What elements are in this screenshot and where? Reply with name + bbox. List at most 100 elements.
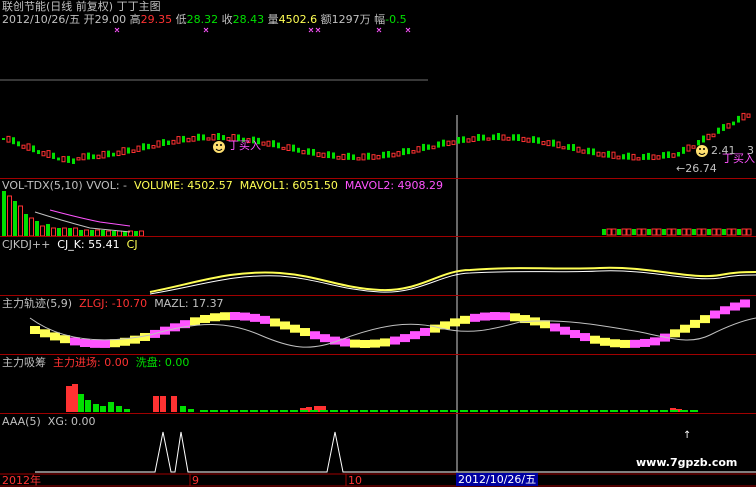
- zlgj-block: [230, 312, 240, 321]
- volume-bar-up: [7, 195, 12, 237]
- candle-down: [567, 144, 570, 150]
- candle-up: [746, 113, 751, 118]
- zlxc-bar-green: [410, 410, 418, 412]
- candle-up: [176, 136, 181, 144]
- volume-bar-up: [726, 228, 732, 236]
- zlgj-block: [90, 339, 100, 348]
- candle-down: [662, 152, 665, 159]
- candle-up: [116, 150, 121, 157]
- zlgj-block: [600, 337, 610, 346]
- zlxc-bar-green: [350, 410, 358, 412]
- zlxc-bar-green: [250, 410, 258, 412]
- zlxc-bar-green: [520, 410, 528, 412]
- zlgj-block: [240, 312, 250, 321]
- candle-up: [521, 136, 526, 143]
- zlxc-bar-red: [72, 384, 78, 412]
- candle-down: [552, 139, 555, 147]
- zlgj-block: [670, 329, 680, 338]
- candle-up: [376, 154, 381, 160]
- candle-down: [2, 138, 5, 140]
- zlxc-bar-green: [380, 410, 388, 412]
- candle-up: [266, 140, 271, 147]
- panel-divider: [0, 413, 756, 414]
- candle-up: [446, 140, 451, 147]
- candle-down: [442, 139, 445, 147]
- candle-up: [506, 136, 511, 141]
- candle-down: [67, 155, 70, 163]
- zlgj-block: [290, 324, 300, 333]
- zlxc-bar-green: [330, 410, 338, 412]
- panel-divider: [0, 295, 756, 296]
- zlgj-block: [650, 337, 660, 346]
- zlgj-block: [40, 329, 50, 338]
- volume-bar-up: [621, 228, 627, 236]
- zlgj-block: [280, 321, 290, 330]
- candle-down: [462, 136, 465, 143]
- volume-bar-down: [662, 229, 666, 235]
- candle-up: [171, 139, 176, 145]
- candle-down: [112, 152, 115, 157]
- zlgj-block: [470, 313, 480, 322]
- zlgj-block: [170, 323, 180, 332]
- zlxc-panel-header: 主力吸筹 主力进场: 0.00 洗盘: 0.00: [2, 356, 189, 369]
- zlxc-bar-red: [171, 396, 177, 412]
- volume-bar-up: [716, 228, 722, 236]
- zlgj-block: [380, 338, 390, 347]
- candle-down: [277, 142, 280, 149]
- candle-down: [12, 137, 15, 145]
- cjkdj-title: CJKDJ++: [2, 238, 51, 251]
- zlgj-block: [690, 319, 700, 328]
- candle-down: [127, 147, 130, 154]
- zlgj-block: [590, 335, 600, 344]
- smiley-icon: [696, 145, 708, 157]
- zlgj-block: [460, 315, 470, 324]
- zlxc-bar-green: [280, 410, 288, 412]
- volume-bar-down: [632, 229, 636, 235]
- zlxc-bar-green: [180, 406, 186, 412]
- candle-up: [46, 150, 51, 158]
- zlxc-bar-green: [270, 410, 278, 412]
- candle-down: [737, 115, 740, 123]
- volume-bar-up: [29, 217, 34, 237]
- zlgj-panel-header: 主力轨迹(5,9) ZLGJ: -10.70 MAZL: 17.37: [2, 297, 224, 310]
- candle-up: [131, 149, 136, 154]
- candle-down: [387, 151, 390, 158]
- vol-mavol1: MAVOL1: 6051.50: [239, 179, 338, 192]
- x-axis-label: 2012年: [2, 474, 41, 487]
- zlxc-bar-green: [580, 410, 588, 412]
- candle-up: [671, 153, 676, 158]
- zlgj-title: 主力轨迹(5,9): [2, 297, 73, 310]
- zlxc-bar-green: [510, 410, 518, 412]
- vol-mavol2: MAVOL2: 4908.29: [344, 179, 444, 192]
- zlgj-block: [560, 326, 570, 335]
- candle-up: [611, 151, 616, 159]
- aaa-panel-header: AAA(5) XG: 0.00: [2, 415, 96, 428]
- zlgj-block: [270, 318, 280, 327]
- candle-down: [722, 124, 725, 131]
- zlgj-block: [250, 313, 260, 322]
- candle-down: [592, 148, 595, 156]
- zlgj-block: [60, 335, 70, 344]
- candle-up: [451, 140, 456, 146]
- candle-down: [422, 143, 425, 151]
- candle-down: [572, 144, 575, 152]
- candle-up: [361, 153, 366, 161]
- zlgj-block: [70, 337, 80, 346]
- watermark: www.7gpzb.com: [636, 456, 738, 469]
- zlgj-block: [680, 324, 690, 333]
- zlxc-bar-green: [290, 410, 298, 412]
- candle-up: [101, 150, 106, 159]
- zlgj-block: [490, 312, 500, 321]
- zlxc-bar-green: [188, 409, 194, 412]
- candle-up: [26, 143, 31, 151]
- header-markers: [114, 27, 411, 33]
- candle-up: [151, 145, 156, 149]
- candle-down: [427, 144, 430, 150]
- candle-down: [57, 157, 60, 161]
- zlxc-bar-green: [340, 410, 348, 412]
- candle-down: [642, 154, 645, 160]
- volume-bar-down: [647, 229, 651, 235]
- candle-up: [186, 137, 191, 143]
- zlxc-bar-green: [260, 410, 268, 412]
- candle-down: [367, 152, 370, 160]
